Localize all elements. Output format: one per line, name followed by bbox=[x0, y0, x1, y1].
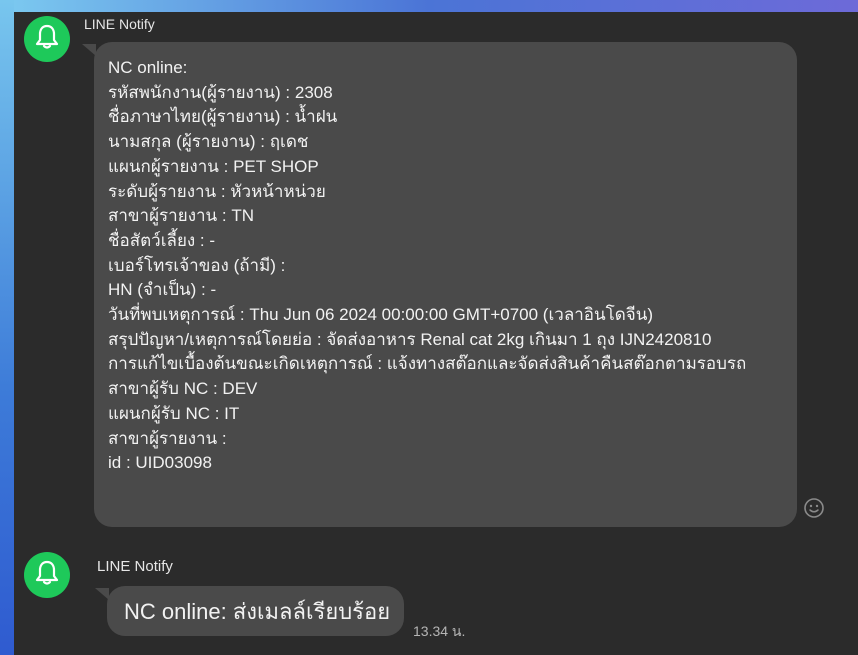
avatar[interactable] bbox=[24, 16, 70, 62]
message-line: แผนกผู้รายงาน : PET SHOP bbox=[108, 156, 319, 176]
sender-name: LINE Notify bbox=[97, 558, 173, 575]
message-bubble[interactable]: NC online: รหัสพนักงาน(ผู้รายงาน) : 2308… bbox=[94, 42, 797, 527]
sender-name: LINE Notify bbox=[84, 16, 155, 32]
smiley-icon[interactable] bbox=[803, 497, 825, 519]
message-bubble[interactable]: NC online: ส่งเมลล์เรียบร้อย bbox=[107, 586, 404, 636]
message-line: สาขาผู้รายงาน : TN bbox=[108, 206, 254, 226]
message-text: NC online: ส่งเมลล์เรียบร้อย bbox=[124, 598, 391, 624]
message-line: สาขาผู้รายงาน : bbox=[108, 428, 227, 448]
bell-icon bbox=[34, 23, 60, 56]
message-line: รหัสพนักงาน(ผู้รายงาน) : 2308 bbox=[108, 82, 333, 102]
avatar[interactable] bbox=[24, 552, 70, 598]
message-line: แผนกผู้รับ NC : IT bbox=[108, 403, 240, 423]
message-line: การแก้ไขเบื้องต้นขณะเกิดเหตุการณ์ : แจ้ง… bbox=[108, 354, 747, 374]
bell-icon bbox=[34, 559, 60, 592]
message-line: นามสกุล (ผู้รายงาน) : ฤเดช bbox=[108, 132, 309, 152]
window-frame-left bbox=[0, 0, 14, 655]
message-line: NC online: bbox=[108, 58, 188, 77]
window-frame-top bbox=[0, 0, 858, 12]
chat-area: LINE Notify NC online: รหัสพนักงาน(ผู้รา… bbox=[14, 12, 858, 655]
message-line: สาขาผู้รับ NC : DEV bbox=[108, 379, 258, 399]
message-timestamp: 13.34 น. bbox=[413, 623, 466, 639]
message-line: ชื่อสัตว์เลี้ยง : - bbox=[108, 230, 216, 250]
message-line: ระดับผู้รายงาน : หัวหน้าหน่วย bbox=[108, 181, 326, 201]
message-line: สรุปปัญหา/เหตุการณ์โดยย่อ : จัดส่งอาหาร … bbox=[108, 329, 712, 349]
message-line: วันที่พบเหตุการณ์ : Thu Jun 06 2024 00:0… bbox=[108, 305, 654, 325]
message-line: ชื่อภาษาไทย(ผู้รายงาน) : น้ำฝน bbox=[108, 107, 338, 127]
message-line: id : UID03098 bbox=[108, 453, 212, 473]
message-line: เบอร์โทรเจ้าของ (ถ้ามี) : bbox=[108, 255, 286, 275]
message-line: HN (จำเป็น) : - bbox=[108, 280, 217, 300]
